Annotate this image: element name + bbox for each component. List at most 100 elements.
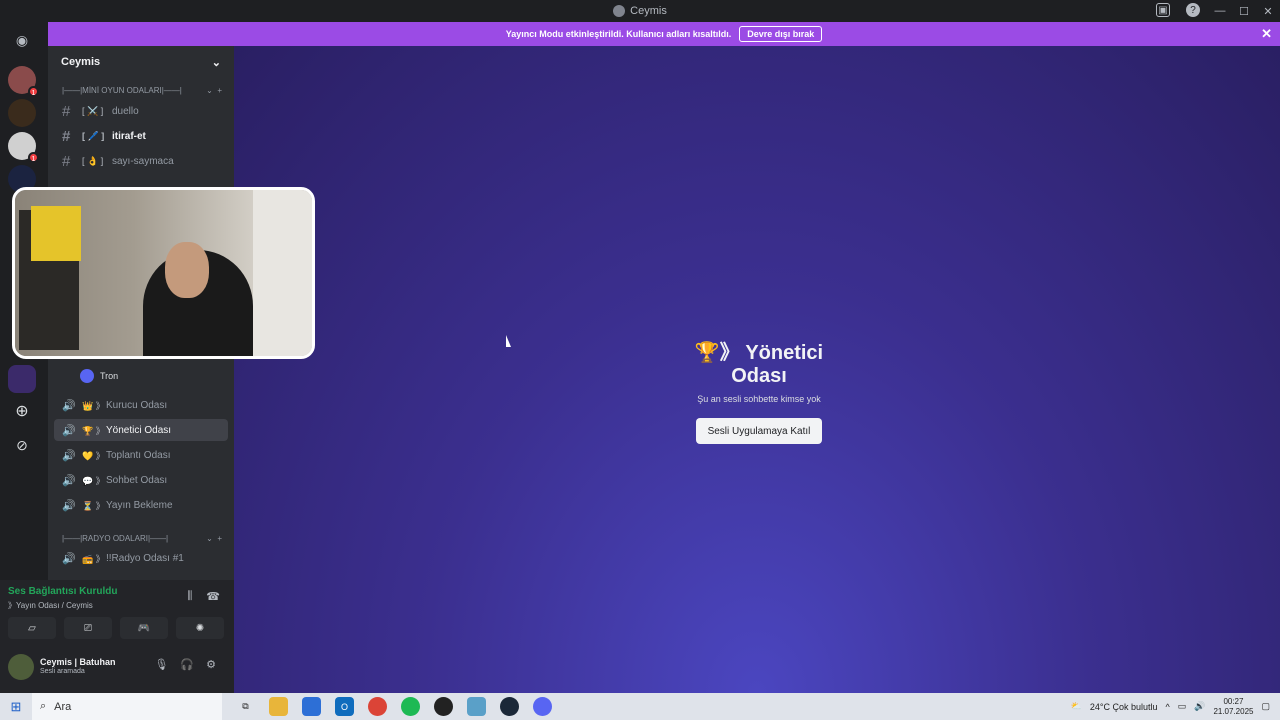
channel-duello[interactable]: # [ ⚔️ ] duello bbox=[54, 100, 228, 122]
channel-label: !!Radyo Odası #1 bbox=[106, 552, 184, 564]
hash-icon: # bbox=[62, 127, 71, 145]
channel-sayi-saymaca[interactable]: # [ 👌 ] sayı-saymaca bbox=[54, 150, 228, 172]
mouse-cursor bbox=[506, 335, 511, 347]
outlook-icon[interactable]: O bbox=[335, 697, 354, 716]
voice-channel-toplanti[interactable]: 🔊 💛 》 Toplantı Odası bbox=[54, 444, 228, 466]
speaker-icon: 🔊 bbox=[62, 424, 76, 437]
camera-off-icon[interactable]: ▱ bbox=[8, 617, 56, 639]
speaker-icon: 🔊 bbox=[62, 474, 76, 487]
banner-message: Yayıncı Modu etkinleştirildi. Kullanıcı … bbox=[505, 29, 732, 39]
tray-chevron-icon[interactable]: ^ bbox=[1165, 702, 1169, 712]
voice-status[interactable]: Ses Bağlantısı Kuruldu bbox=[8, 586, 117, 597]
channel-emoji: 🏆 》 bbox=[82, 425, 105, 436]
channel-emoji: ⏳ 》 bbox=[82, 500, 105, 511]
unread-badge: 1 bbox=[28, 86, 39, 97]
avatar[interactable] bbox=[8, 654, 34, 680]
channel-label: Sohbet Odası bbox=[106, 474, 168, 486]
taskbar: ⊞ ⌕ Ara ⧉ O ⛅ 24°C Çok bulutlu ^ ▭ 🔊 00:… bbox=[0, 693, 1280, 720]
hash-icon: # bbox=[62, 152, 71, 170]
channel-label: Kurucu Odası bbox=[106, 399, 168, 411]
add-channel-icon[interactable]: ⌄ + bbox=[206, 86, 222, 95]
add-server-icon[interactable]: ⊕ bbox=[8, 398, 36, 426]
close-window-icon[interactable]: ✕ bbox=[1256, 5, 1280, 18]
gear-icon[interactable]: ⚙ bbox=[206, 658, 216, 671]
room-title: 🏆》 Yönetici Odası bbox=[694, 342, 824, 387]
guild-name: Ceymis bbox=[61, 56, 101, 68]
user-panel: Ceymis | Batuhan Sesli aramada 🎙 🎧 ⚙ bbox=[0, 648, 234, 693]
voice-channel-radyo-1[interactable]: 🔊 📻 》 !!Radyo Odası #1 bbox=[54, 547, 228, 569]
file-explorer-icon[interactable] bbox=[269, 697, 288, 716]
channel-label: Yönetici Odası bbox=[106, 424, 172, 436]
hash-icon: # bbox=[62, 102, 71, 120]
speaker-icon: 🔊 bbox=[62, 399, 76, 412]
microphone-icon[interactable]: 🎙 bbox=[154, 658, 168, 671]
channel-emoji: [ ⚔️ ] bbox=[82, 105, 104, 116]
webcam-window bbox=[253, 190, 312, 356]
clock[interactable]: 00:27 21.07.2025 bbox=[1213, 697, 1253, 717]
channel-label: sayı-saymaca bbox=[112, 155, 174, 167]
task-view-icon[interactable]: ⧉ bbox=[236, 697, 255, 716]
app-icon bbox=[613, 5, 626, 17]
notification-icon[interactable]: ▢ bbox=[1261, 701, 1270, 712]
voice-user-name: Tron bbox=[100, 371, 119, 381]
channel-emoji: 👑 》 bbox=[82, 400, 105, 411]
voice-channel-kurucu[interactable]: 🔊 👑 》 Kurucu Odası bbox=[54, 394, 228, 416]
volume-icon[interactable]: 🔊 bbox=[1194, 701, 1205, 712]
webcam-jersey bbox=[31, 206, 81, 261]
search-placeholder: Ara bbox=[54, 700, 72, 713]
voice-channel-sohbet[interactable]: 🔊 💬 》 Sohbet Odası bbox=[54, 469, 228, 491]
screen-share-icon[interactable]: ⎚ bbox=[64, 617, 112, 639]
add-channel-icon[interactable]: ⌄ + bbox=[206, 534, 222, 543]
category-label: |——|RADYO ODALARI|——| bbox=[62, 534, 169, 543]
guild-header[interactable]: Ceymis ⌄ bbox=[48, 46, 234, 78]
headphones-icon[interactable]: 🎧 bbox=[180, 658, 194, 671]
channel-itiraf-et[interactable]: # [ 🖊️ ] itiraf-et bbox=[54, 125, 228, 147]
server-icon[interactable] bbox=[8, 99, 36, 127]
network-icon[interactable]: ▭ bbox=[1178, 701, 1187, 712]
soundboard-icon[interactable]: ✺ bbox=[176, 617, 224, 639]
minimize-icon[interactable]: — bbox=[1208, 5, 1232, 17]
noise-suppression-icon[interactable]: ⫼ bbox=[187, 590, 192, 603]
voice-connection-panel: Ses Bağlantısı Kuruldu 》Yayın Odası / Ce… bbox=[0, 580, 234, 648]
weather-icon[interactable]: ⛅ bbox=[1071, 701, 1082, 712]
inbox-icon[interactable]: ▣ bbox=[1156, 3, 1170, 17]
category-label: |——|MİNİ OYUN ODALARI|——| bbox=[62, 86, 182, 95]
disconnect-icon[interactable]: ☎ bbox=[206, 590, 220, 603]
server-icon[interactable]: 1 bbox=[8, 66, 39, 97]
voice-user-tron[interactable]: Tron bbox=[80, 366, 118, 386]
voice-channel-yonetici[interactable]: 🔊 🏆 》 Yönetici Odası bbox=[54, 419, 228, 441]
unread-badge: 1 bbox=[28, 152, 39, 163]
user-name: Ceymis | Batuhan bbox=[40, 657, 116, 667]
window-title-text: Ceymis bbox=[630, 5, 667, 17]
server-icon[interactable] bbox=[8, 365, 36, 393]
store-icon[interactable] bbox=[302, 697, 321, 716]
windows-start-icon[interactable]: ⊞ bbox=[0, 693, 32, 720]
title-bar: Ceymis ▣ ? — ☐ ✕ bbox=[0, 0, 1280, 22]
streamer-mode-banner: Yayıncı Modu etkinleştirildi. Kullanıcı … bbox=[48, 22, 1280, 46]
chrome-icon[interactable] bbox=[368, 697, 387, 716]
channel-emoji: 💬 》 bbox=[82, 475, 105, 486]
voice-channel-yayin-bekleme[interactable]: 🔊 ⏳ 》 Yayın Bekleme bbox=[54, 494, 228, 516]
server-icon[interactable]: 1 bbox=[8, 132, 39, 163]
weather-text[interactable]: 24°C Çok bulutlu bbox=[1090, 702, 1158, 712]
app-icon[interactable] bbox=[467, 697, 486, 716]
maximize-icon[interactable]: ☐ bbox=[1232, 5, 1256, 18]
taskbar-search[interactable]: ⌕ Ara bbox=[32, 693, 222, 720]
activity-icon[interactable]: 🎮 bbox=[120, 617, 168, 639]
voice-channel-path[interactable]: 》Yayın Odası / Ceymis bbox=[8, 600, 93, 611]
explore-icon[interactable]: ⊘ bbox=[8, 431, 36, 459]
discord-taskbar-icon[interactable] bbox=[533, 697, 552, 716]
user-status: Sesli aramada bbox=[40, 668, 85, 675]
join-voice-button[interactable]: Sesli Uygulamaya Katıl bbox=[696, 418, 822, 444]
category-radio[interactable]: |——|RADYO ODALARI|——| ⌄ + bbox=[62, 534, 222, 543]
close-icon[interactable]: ✕ bbox=[1261, 26, 1272, 42]
spotify-icon[interactable] bbox=[401, 697, 420, 716]
chevron-down-icon: ⌄ bbox=[211, 56, 221, 69]
category-mini-games[interactable]: |——|MİNİ OYUN ODALARI|——| ⌄ + bbox=[62, 86, 222, 95]
avatar bbox=[80, 369, 94, 383]
disable-streamer-mode-button[interactable]: Devre dışı bırak bbox=[739, 26, 823, 42]
obs-icon[interactable] bbox=[434, 697, 453, 716]
help-icon[interactable]: ? bbox=[1186, 3, 1200, 17]
discord-home-icon[interactable]: ◉ bbox=[8, 26, 36, 54]
steam-icon[interactable] bbox=[500, 697, 519, 716]
